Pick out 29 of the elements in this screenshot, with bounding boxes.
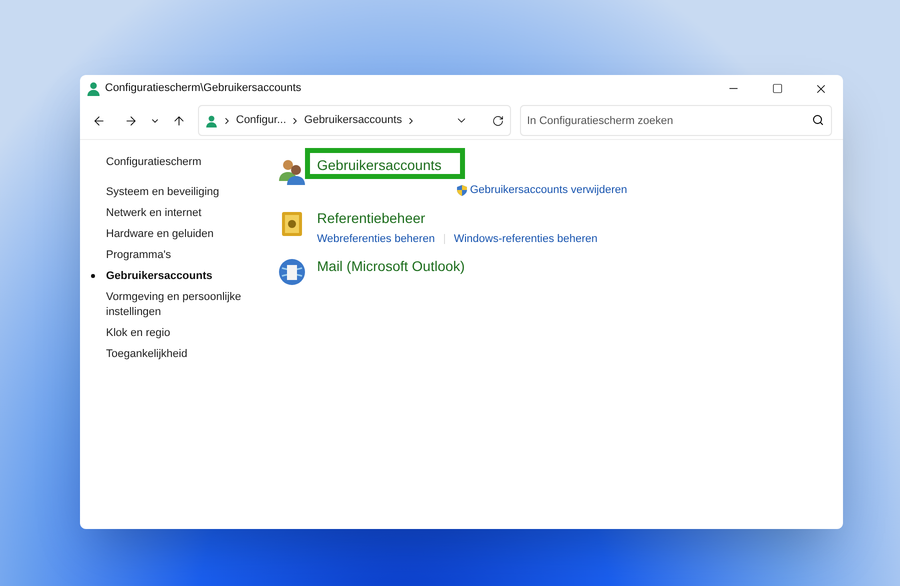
globe-mail-icon — [278, 258, 306, 286]
address-bar[interactable]: Configur... Gebruikersaccounts — [198, 105, 511, 136]
forward-arrow-icon — [124, 114, 138, 128]
sidebar-item[interactable]: Programma's — [106, 248, 172, 262]
search-field[interactable]: In Configuratiescherm zoeken — [520, 105, 832, 136]
users-icon — [278, 157, 306, 185]
search-icon — [812, 114, 824, 126]
refresh-icon[interactable] — [492, 114, 504, 126]
sidebar-item[interactable]: Vormgeving en persoonlijke instellingen — [106, 290, 270, 320]
sidebar-item[interactable]: Toegankelijkheid — [106, 346, 188, 362]
category-title[interactable]: Mail (Microsoft Outlook) — [317, 258, 465, 274]
task-link[interactable]: Windows-referenties beheren — [454, 230, 598, 247]
sidebar-item[interactable]: Gebruikersaccounts — [106, 268, 212, 284]
sidebar-item[interactable]: Hardware en geluiden — [106, 226, 214, 242]
task-link[interactable]: Gebruikersaccounts verwijderen — [470, 182, 628, 198]
user-icon — [86, 81, 101, 96]
sidebar-item[interactable]: Netwerk en internet — [106, 206, 202, 220]
sidebar-item[interactable]: Systeem en beveiliging — [106, 184, 220, 200]
breadcrumb-segment[interactable]: Gebruikersaccounts — [304, 112, 402, 129]
breadcrumb-segment[interactable]: Configur... — [236, 112, 286, 129]
maximize-icon — [772, 83, 782, 94]
category-title[interactable]: Gebruikersaccounts — [317, 157, 442, 173]
user-icon — [205, 114, 218, 128]
window-title: Configuratiescherm\Gebruikersaccounts — [105, 81, 302, 96]
sidebar-home-link[interactable]: Configuratiescherm — [106, 154, 270, 170]
task-link[interactable]: Webreferenties beheren — [317, 230, 435, 247]
sidebar-item[interactable]: Klok en regio — [106, 326, 170, 340]
category-title[interactable]: Referentiebeheer — [317, 210, 426, 226]
bullet-icon — [91, 274, 95, 278]
